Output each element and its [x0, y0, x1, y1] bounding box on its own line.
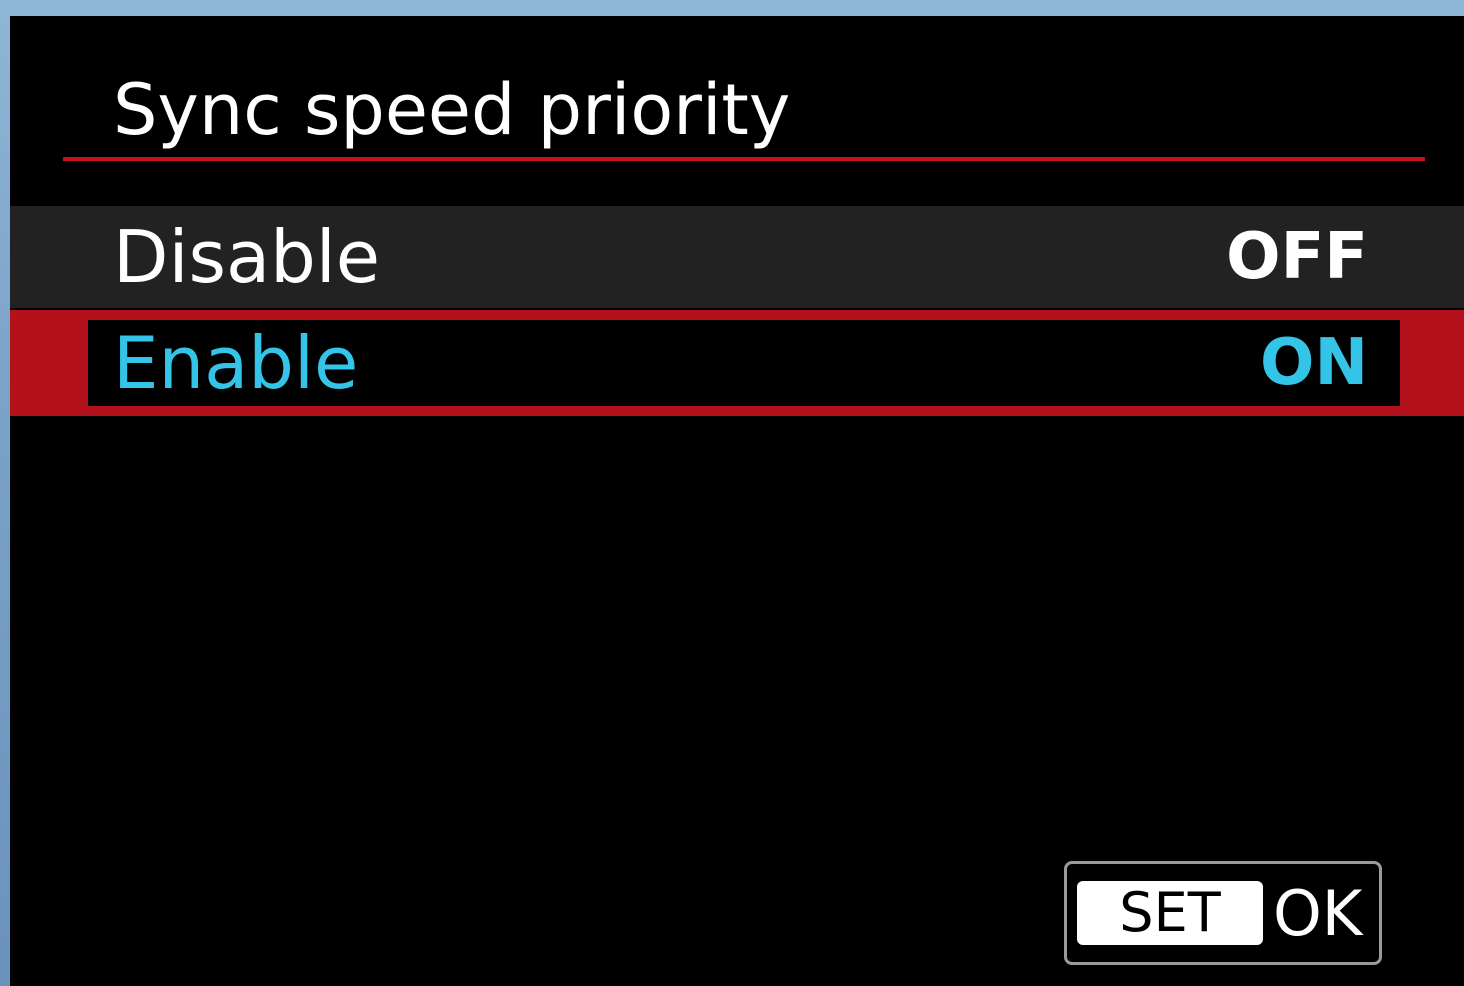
set-ok-button[interactable]: SET OK	[1064, 861, 1382, 965]
title-divider	[63, 157, 1425, 161]
option-value: ON	[1260, 326, 1368, 400]
option-disable[interactable]: Disable OFF	[10, 206, 1464, 308]
option-value: OFF	[1226, 220, 1368, 294]
camera-menu-screen: Sync speed priority Disable OFF Enable O…	[10, 16, 1464, 986]
ok-label: OK	[1273, 877, 1363, 950]
set-key-label: SET	[1077, 881, 1263, 945]
option-label: Enable	[113, 321, 359, 405]
option-label: Disable	[113, 215, 381, 299]
option-enable[interactable]: Enable ON	[10, 310, 1464, 416]
page-title: Sync speed priority	[113, 69, 791, 151]
